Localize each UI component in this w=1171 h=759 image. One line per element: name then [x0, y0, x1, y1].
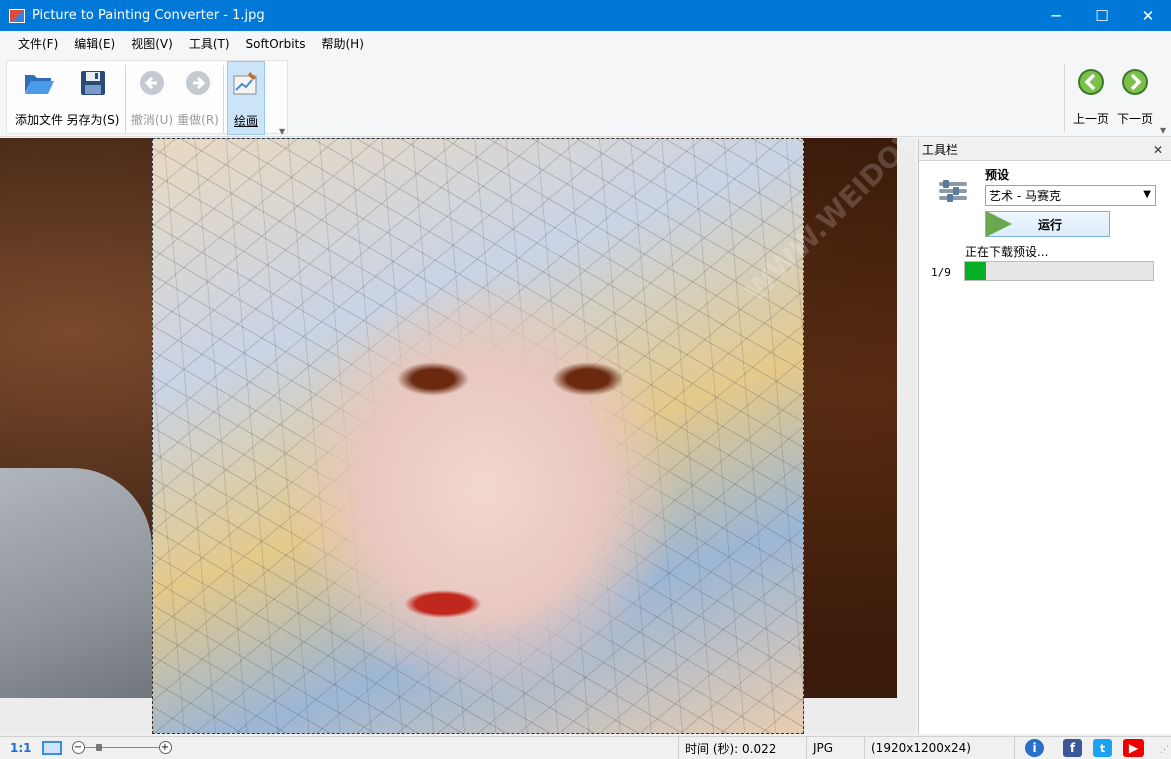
forward-arrow-icon	[181, 66, 215, 100]
toolbar-expand-icon[interactable]: ▼	[1160, 126, 1166, 135]
download-status: 正在下载预设...	[965, 245, 1049, 259]
title-bar: Picture to Painting Converter - 1.jpg ─ …	[0, 0, 1171, 31]
tool-panel-header: 工具栏 ✕	[919, 139, 1171, 161]
format-cell: JPG	[806, 737, 864, 759]
paint-label: 绘画	[233, 114, 258, 128]
info-icon[interactable]: i	[1025, 739, 1044, 757]
redo-label: 重做(R)	[177, 113, 219, 127]
status-bar: 1:1 − + 时间 (秒): 0.022 JPG (1920x1200x24)…	[0, 736, 1171, 759]
tool-panel: 工具栏 ✕ 预设 艺术 - 马赛克 ▼ 运行 正在下载预设... 1/9	[918, 139, 1171, 734]
add-file-button[interactable]: 添加文件	[11, 61, 67, 135]
paint-brush-icon	[229, 67, 263, 101]
zoom-slider-thumb[interactable]	[95, 744, 102, 751]
youtube-icon[interactable]: ▶	[1123, 739, 1144, 757]
zoom-out-button[interactable]: −	[71, 741, 85, 754]
menu-softorbits[interactable]: SoftOrbits	[238, 37, 314, 51]
maximize-button[interactable]: ☐	[1079, 0, 1125, 31]
toolbar-separator	[1064, 64, 1065, 132]
prev-page-label: 上一页	[1072, 112, 1109, 126]
open-folder-icon	[22, 66, 56, 100]
close-panel-icon[interactable]: ✕	[1153, 143, 1171, 157]
resize-grip-icon[interactable]: ⋰	[1160, 745, 1169, 755]
next-page-label: 下一页	[1116, 112, 1153, 126]
preset-value: 艺术 - 马赛克	[989, 189, 1061, 203]
back-arrow-icon	[135, 66, 169, 100]
painting-preview[interactable]	[152, 138, 804, 734]
run-label: 运行	[1038, 217, 1063, 232]
save-as-button[interactable]: 另存为(S)	[65, 61, 121, 135]
preset-label: 预设	[985, 168, 1010, 182]
progress-fill	[965, 262, 986, 280]
toolbar-group-nav: 上一页 下一页	[1064, 60, 1160, 134]
zoom-in-button[interactable]: +	[158, 741, 172, 754]
time-cell: 时间 (秒): 0.022	[678, 737, 806, 759]
toolbar-separator	[125, 65, 126, 133]
zoom-slider-track	[79, 747, 164, 748]
minimize-button[interactable]: ─	[1033, 0, 1079, 31]
image-canvas[interactable]: WWW.WEIDOWN.COM	[0, 138, 915, 734]
run-button[interactable]: 运行	[985, 211, 1110, 237]
undo-label: 撤消(U)	[130, 113, 174, 127]
processing-time: 时间 (秒): 0.022	[685, 741, 777, 756]
undo-button[interactable]: 撤消(U)	[129, 61, 175, 135]
dimensions-cell: (1920x1200x24)	[864, 737, 1014, 759]
window-title: Picture to Painting Converter - 1.jpg	[32, 8, 265, 23]
toolbar: 添加文件 另存为(S) 撤消(U) 重做(R) 绘画 ▼ 上一页 下一页 ▼	[0, 56, 1171, 137]
prev-page-button[interactable]: 上一页	[1068, 60, 1114, 134]
app-icon	[9, 8, 25, 23]
fit-to-window-icon[interactable]	[41, 741, 62, 755]
twitter-icon[interactable]: t	[1093, 739, 1112, 757]
save-as-label: 另存为(S)	[66, 113, 120, 127]
redo-button[interactable]: 重做(R)	[175, 61, 221, 135]
facebook-icon[interactable]: f	[1063, 739, 1082, 757]
next-page-button[interactable]: 下一页	[1112, 60, 1158, 134]
image-dimensions: (1920x1200x24)	[871, 741, 971, 755]
next-arrow-icon	[1118, 65, 1152, 99]
zoom-slider[interactable]: − +	[71, 740, 172, 756]
progress-bar	[964, 261, 1154, 281]
paint-button[interactable]: 绘画	[227, 61, 265, 135]
toolbar-separator	[223, 65, 224, 133]
progress-counter: 1/9	[931, 266, 951, 279]
menu-bar: 文件(F) 编辑(E) 视图(V) 工具(T) SoftOrbits 帮助(H)	[0, 31, 1171, 56]
image-format: JPG	[813, 741, 834, 755]
menu-help[interactable]: 帮助(H)	[313, 35, 371, 52]
close-button[interactable]: ✕	[1125, 0, 1171, 31]
menu-edit[interactable]: 编辑(E)	[66, 35, 123, 52]
tool-panel-title: 工具栏	[922, 143, 959, 157]
toolbar-group-main: 添加文件 另存为(S) 撤消(U) 重做(R) 绘画 ▼	[6, 60, 288, 136]
menu-view[interactable]: 视图(V)	[123, 35, 181, 52]
prev-arrow-icon	[1074, 65, 1108, 99]
chevron-down-icon: ▼	[1143, 189, 1151, 200]
photo-shoulder	[0, 468, 152, 698]
add-file-label: 添加文件	[14, 113, 63, 127]
preset-dropdown[interactable]: 艺术 - 马赛克 ▼	[985, 185, 1156, 206]
floppy-disk-icon	[76, 66, 110, 100]
menu-tools[interactable]: 工具(T)	[181, 35, 238, 52]
toolbar-expand-icon[interactable]: ▼	[279, 127, 285, 136]
menu-file[interactable]: 文件(F)	[10, 35, 66, 52]
play-arrow-icon	[986, 211, 1012, 237]
sliders-icon	[939, 179, 967, 205]
zoom-actual-size-button[interactable]: 1:1	[10, 741, 32, 755]
